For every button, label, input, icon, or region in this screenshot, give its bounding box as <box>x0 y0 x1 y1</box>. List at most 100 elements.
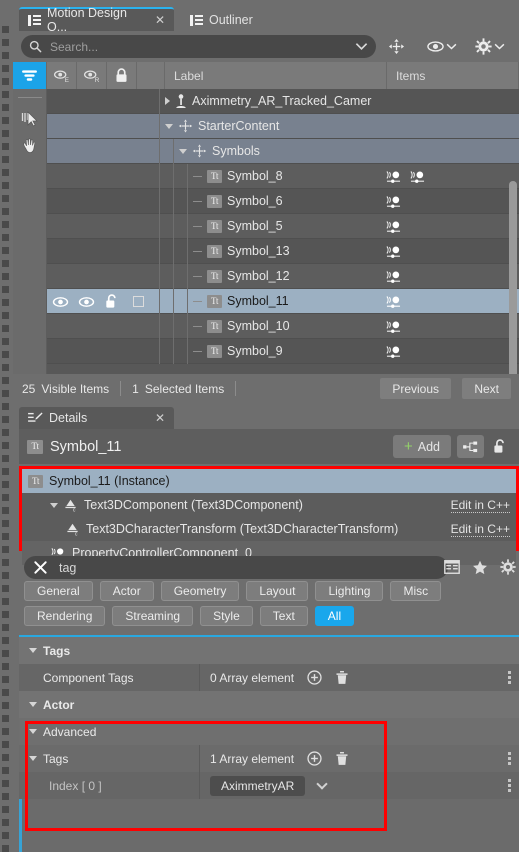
edit-in-cpp-link[interactable]: Edit in C++ <box>450 498 510 513</box>
lock-details-button[interactable] <box>489 435 511 458</box>
table-row[interactable]: Aximmetry_AR_Tracked_Camer <box>47 89 519 114</box>
table-row[interactable]: Tt Symbol_9 <box>47 339 519 364</box>
filter-chip-layout[interactable]: Layout <box>246 581 309 601</box>
property-category-tags[interactable]: Tags <box>19 637 519 664</box>
chevron-down-icon[interactable] <box>316 777 329 790</box>
property-search-actions <box>444 559 516 575</box>
filter-chip-misc[interactable]: Misc <box>390 581 442 601</box>
splitter-grip-dots[interactable] <box>2 26 9 852</box>
row-menu-icon[interactable] <box>508 752 511 765</box>
column-header-label[interactable]: Label <box>165 62 387 89</box>
edit-in-cpp-link[interactable]: Edit in C++ <box>450 522 510 537</box>
favorite-star-icon[interactable] <box>472 560 488 575</box>
settings-gear-icon[interactable] <box>500 559 516 575</box>
tab-label: Motion Design O... <box>47 6 127 34</box>
next-button[interactable]: Next <box>462 378 511 399</box>
tab-outliner[interactable]: Outliner <box>181 9 286 31</box>
table-row[interactable]: Tt Symbol_12 <box>47 264 519 289</box>
selection-checkbox[interactable] <box>125 296 151 307</box>
property-controller-icon[interactable] <box>385 245 402 259</box>
collapse-arrow-icon[interactable] <box>29 756 37 761</box>
hand-icon[interactable] <box>21 137 39 155</box>
column-header-items[interactable]: Items <box>387 62 519 89</box>
filter-chip-geometry[interactable]: Geometry <box>160 581 240 601</box>
tab-details[interactable]: Details ✕ <box>19 407 174 429</box>
property-controller-icon[interactable] <box>385 270 402 284</box>
property-subcategory-advanced[interactable]: Advanced <box>19 718 519 745</box>
expand-arrow-icon[interactable] <box>165 97 170 105</box>
tag-value-input[interactable]: AximmetryAR <box>210 775 306 796</box>
table-row-selected[interactable]: Tt Symbol_11 <box>47 289 519 314</box>
tab-motion-design-outliner[interactable]: Motion Design O... ✕ <box>19 6 174 34</box>
filter-chip-lighting[interactable]: Lighting <box>315 581 384 601</box>
visible-items-count: 25 <box>22 381 36 396</box>
table-row[interactable]: Tt Symbol_8 <box>47 164 519 189</box>
close-icon[interactable]: ✕ <box>155 13 165 27</box>
table-row[interactable]: StarterContent <box>47 114 519 139</box>
property-controller-icon[interactable] <box>385 195 402 209</box>
filter-chip-style[interactable]: Style <box>200 606 253 626</box>
table-view-icon[interactable] <box>444 560 460 574</box>
status-divider <box>235 381 237 396</box>
row-menu-icon[interactable] <box>508 779 511 792</box>
filter-chip-all[interactable]: All <box>314 606 355 626</box>
collapse-arrow-icon[interactable] <box>29 702 37 707</box>
settings-dropdown-button[interactable] <box>475 36 505 57</box>
filter-chip-actor[interactable]: Actor <box>99 581 154 601</box>
close-icon[interactable]: ✕ <box>155 411 165 425</box>
filter-chip-text[interactable]: Text <box>259 606 308 626</box>
property-row-component-tags[interactable]: Component Tags 0 Array element <box>19 664 519 691</box>
visibility-editor-column-header[interactable]: E <box>47 62 77 89</box>
eye-editor-toggle[interactable] <box>47 296 73 308</box>
table-row[interactable]: Tt Symbol_5 <box>47 214 519 239</box>
filter-column-button[interactable] <box>13 62 47 89</box>
lock-column-header[interactable] <box>107 62 137 89</box>
filter-chip-rendering[interactable]: Rendering <box>24 606 106 626</box>
property-controller-icon[interactable] <box>385 295 402 309</box>
property-controller-icon[interactable] <box>385 170 402 184</box>
add-circle-icon[interactable] <box>307 751 322 766</box>
eye-runtime-toggle[interactable] <box>73 296 99 308</box>
search-input[interactable]: Search... <box>21 35 376 58</box>
row-menu-icon[interactable] <box>508 671 511 684</box>
collapse-arrow-icon[interactable] <box>165 123 173 129</box>
tab-label: Details <box>49 411 88 425</box>
outliner-tree[interactable]: Aximmetry_AR_Tracked_Camer StarterConten… <box>47 89 519 374</box>
property-controller-icon[interactable] <box>409 170 426 184</box>
panel-splitter-strip[interactable] <box>0 0 13 852</box>
filter-chip-streaming[interactable]: Streaming <box>112 606 194 626</box>
property-row-actor-tags[interactable]: Tags 1 Array element <box>19 745 519 772</box>
unlock-toggle[interactable] <box>99 294 125 309</box>
move-tool-button[interactable] <box>388 36 405 57</box>
property-controller-icon[interactable] <box>385 220 402 234</box>
previous-button[interactable]: Previous <box>380 378 451 399</box>
table-row[interactable]: Tt Symbol_10 <box>47 314 519 339</box>
visibility-runtime-column-header[interactable]: R <box>77 62 107 89</box>
table-row[interactable]: Tt Symbol_6 <box>47 189 519 214</box>
trash-icon[interactable] <box>335 751 349 766</box>
component-row-charactertransform[interactable]: c Text3DCharacterTransform (Text3DCharac… <box>22 517 516 541</box>
select-cursor-icon[interactable] <box>21 110 39 128</box>
chevron-down-icon[interactable] <box>355 42 368 51</box>
property-search-input[interactable]: tag <box>24 556 448 579</box>
table-row[interactable]: Tt Symbol_13 <box>47 239 519 264</box>
blueprint-graph-button[interactable] <box>457 435 484 458</box>
add-circle-icon[interactable] <box>307 670 322 685</box>
table-row[interactable]: Symbols <box>47 139 519 164</box>
property-row-index-0[interactable]: Index [ 0 ] AximmetryAR <box>19 772 519 799</box>
collapse-arrow-icon[interactable] <box>179 148 187 154</box>
component-row-text3dcomponent[interactable]: c Text3DComponent (Text3DComponent) Edit… <box>22 493 516 517</box>
collapse-arrow-icon[interactable] <box>50 502 58 508</box>
filter-chip-general[interactable]: General <box>24 581 93 601</box>
add-component-button[interactable]: + Add <box>392 435 451 458</box>
trash-icon[interactable] <box>335 670 349 685</box>
visibility-dropdown-button[interactable] <box>427 36 457 57</box>
outliner-scrollbar[interactable] <box>509 181 517 374</box>
collapse-arrow-icon[interactable] <box>29 729 37 734</box>
clear-x-icon[interactable] <box>33 560 48 575</box>
collapse-arrow-icon[interactable] <box>29 648 37 653</box>
property-controller-icon[interactable] <box>385 320 402 334</box>
component-row-instance[interactable]: Tt Symbol_11 (Instance) <box>22 469 516 493</box>
property-controller-icon[interactable] <box>385 345 402 359</box>
property-category-actor[interactable]: Actor <box>19 691 519 718</box>
